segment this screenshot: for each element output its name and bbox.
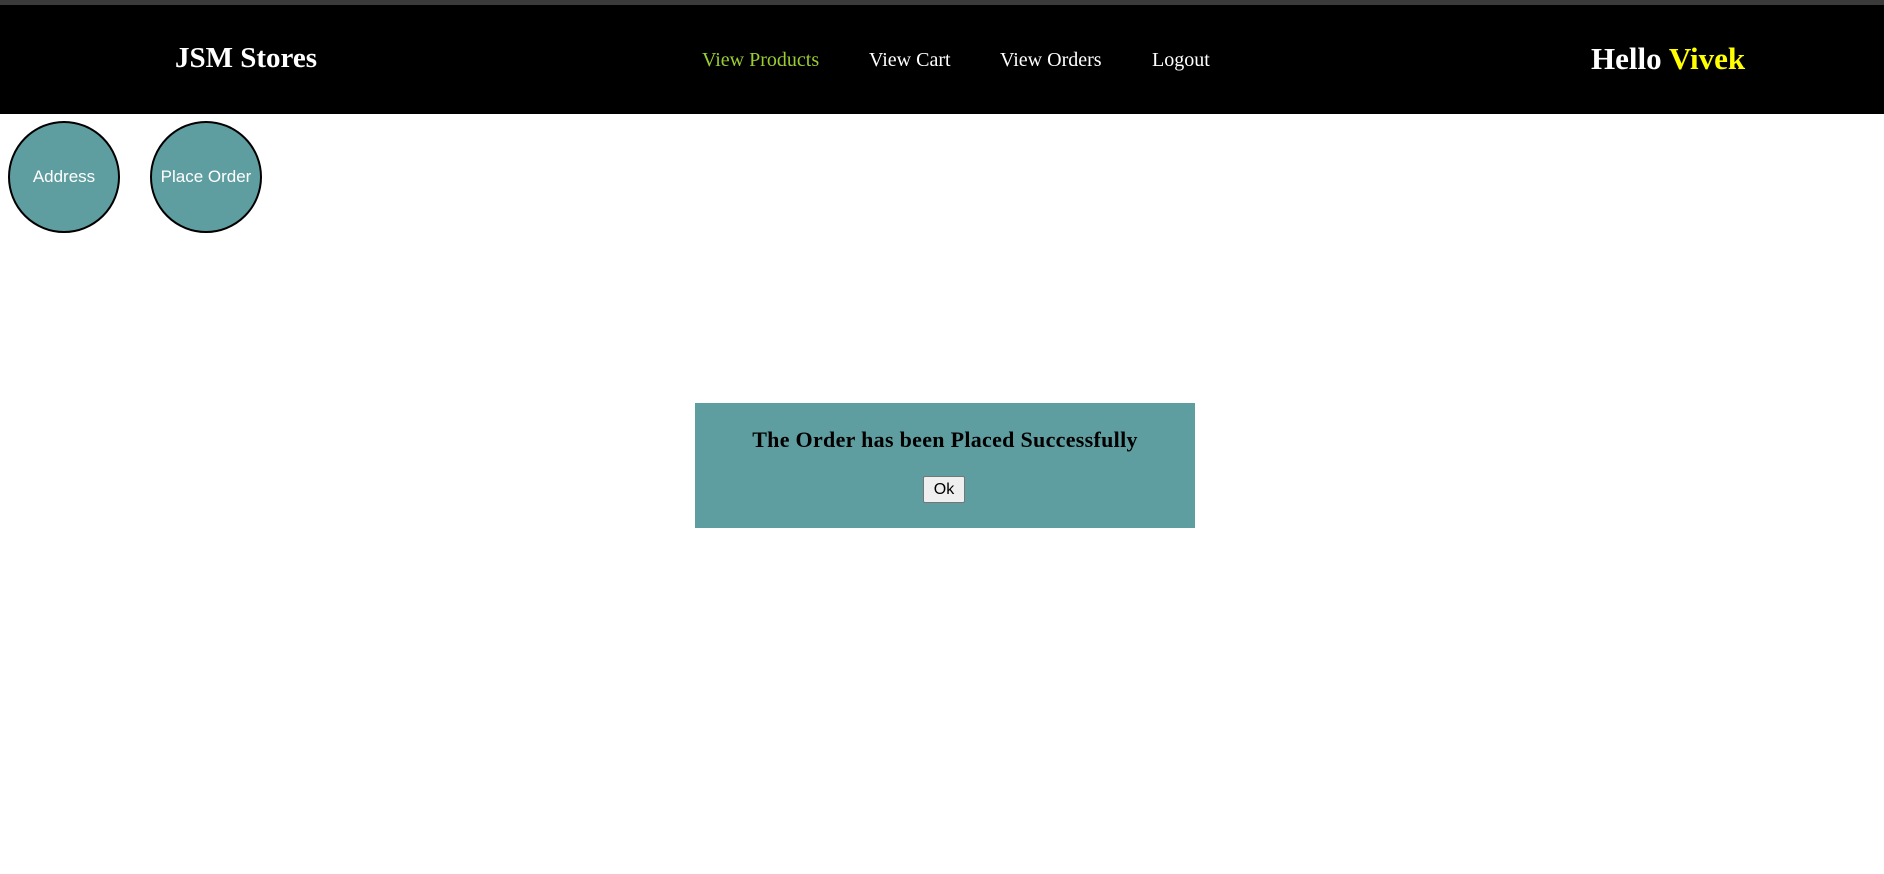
greeting-prefix: Hello [1591,41,1662,76]
address-step-button[interactable]: Address [8,121,120,233]
nav-view-orders[interactable]: View Orders [1000,48,1102,72]
user-name: Vivek [1668,41,1746,76]
user-greeting: Hello Vivek [1591,41,1745,77]
brand-title: JSM Stores [175,42,318,74]
nav-view-products[interactable]: View Products [702,48,819,72]
navbar: JSM Stores View Products View Cart View … [0,5,1884,114]
nav-view-cart[interactable]: View Cart [869,48,951,72]
ok-button[interactable]: Ok [923,476,965,503]
order-success-dialog: The Order has been Placed Successfully O… [695,403,1195,528]
dialog-message: The Order has been Placed Successfully [752,427,1138,452]
nav-logout[interactable]: Logout [1152,48,1210,72]
place-order-step-button[interactable]: Place Order [150,121,262,233]
